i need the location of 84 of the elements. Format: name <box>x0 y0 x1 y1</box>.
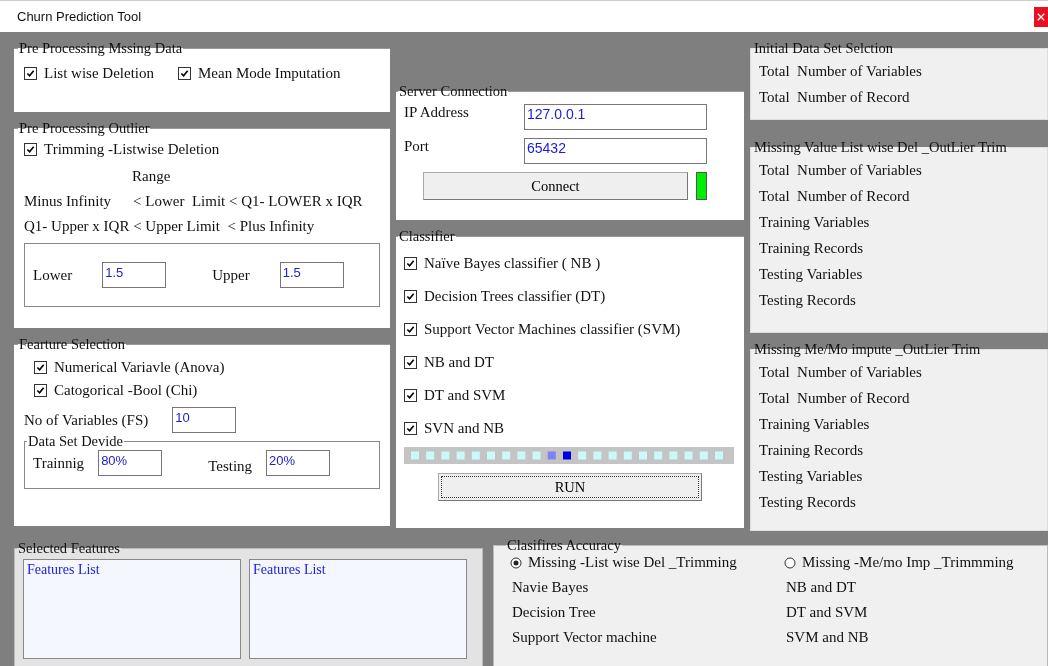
stat-label: Total Number of Record <box>759 188 910 204</box>
checkbox[interactable] <box>178 67 191 80</box>
accuracy-label: DT and SVM <box>786 604 869 621</box>
accuracy-label: Support Vector machine <box>512 629 658 646</box>
text-field[interactable]: 80% <box>98 450 163 476</box>
accuracy-label: Decision Tree <box>512 604 597 621</box>
close-button[interactable] <box>1034 6 1048 27</box>
group-title: Initial Data Set Selction <box>753 40 894 57</box>
accuracy-label: NB and DT <box>786 579 857 596</box>
range-label: Range <box>132 168 171 184</box>
field-label: Upper <box>212 266 250 284</box>
text-field[interactable]: 65432 <box>524 138 707 164</box>
radio-label: Missing -Me/mo Imp _Trimmming <box>802 554 1014 571</box>
group-title: Missing Me/Mo impute _OutLier Trim <box>753 341 982 358</box>
text-field[interactable]: 1.5 <box>279 262 344 288</box>
checkbox-label: DT and SVM <box>424 387 506 404</box>
stat-label: Training Variables <box>759 416 870 432</box>
list-box[interactable]: Features List <box>23 559 241 659</box>
checkbox-label: Support Vector Machines classifier (SVM) <box>424 321 681 338</box>
text-field[interactable]: 10 <box>172 407 237 433</box>
window-title: Churn Prediction Tool <box>17 9 142 24</box>
group-title: Data Set Devide <box>27 433 125 450</box>
stat-label: Testing Variables <box>759 468 863 484</box>
field-label: No of Variables (FS) <box>24 411 149 429</box>
list-item[interactable]: Features List <box>27 562 237 578</box>
stat-label: Testing Variables <box>759 266 863 282</box>
field-label: Trainnig <box>33 454 85 472</box>
checkbox-label: Naïve Bayes classifier ( NB ) <box>424 255 601 272</box>
checkbox-label: List wise Deletion <box>44 65 154 82</box>
checkbox-label: SVN and NB <box>424 420 504 437</box>
checkbox[interactable] <box>34 361 47 374</box>
text-field[interactable]: 1.5 <box>102 262 167 288</box>
formula-text: Minus Infinity <box>24 193 112 210</box>
formula-text: < Lower Limit < Q1- LOWER x IQR <box>133 193 363 210</box>
list-item[interactable]: Features List <box>253 562 463 578</box>
radio-button[interactable] <box>784 556 796 569</box>
list-box[interactable]: Features List <box>249 559 467 659</box>
field-label: Lower <box>33 266 73 284</box>
stat-label: Training Records <box>759 240 864 256</box>
group-title: Clasifires Accuracy <box>506 537 622 554</box>
checkbox[interactable] <box>404 257 417 270</box>
stat-label: Total Number of Record <box>759 89 910 105</box>
radio-label: Missing -List wise Del _Trimming <box>528 554 737 571</box>
checkbox[interactable] <box>404 389 417 402</box>
checkbox-label: Numerical Variavle (Anova) <box>54 359 225 376</box>
close-icon <box>1037 12 1045 21</box>
stat-label: Training Records <box>759 442 864 458</box>
accuracy-label: Navie Bayes <box>512 579 590 596</box>
stat-label: Total Number of Variables <box>759 364 922 380</box>
checkbox-label: NB and DT <box>424 354 494 371</box>
text-field[interactable]: 20% <box>266 450 331 476</box>
checkbox[interactable] <box>24 143 37 156</box>
checkbox-label: Catogorical -Bool (Chi) <box>54 382 198 399</box>
checkbox-label: Trimming -Listwise Deletion <box>44 141 220 158</box>
group-title: Classifier <box>398 228 456 245</box>
radio-button[interactable] <box>510 556 522 569</box>
stat-label: Total Number of Variables <box>759 162 922 178</box>
field-label: Port <box>404 138 430 155</box>
checkbox[interactable] <box>24 67 37 80</box>
formula-text: Q1- Upper x IQR < Upper Limit < Plus Infinity <box>24 218 315 234</box>
connect-button[interactable]: Connect <box>423 172 688 200</box>
checkbox[interactable] <box>404 290 417 303</box>
stat-label: Testing Records <box>759 494 856 510</box>
checkbox[interactable] <box>34 384 47 397</box>
checkbox-label: Mean Mode Imputation <box>198 65 341 82</box>
group-title: Pre Processing Outlier <box>18 120 151 137</box>
group-title: Missing Value List wise Del _OutLier Trim <box>753 139 1008 156</box>
run-button[interactable]: RUN <box>438 473 702 501</box>
group-title: Fearture Selection <box>18 336 126 353</box>
stat-label: Testing Records <box>759 292 856 308</box>
field-label: Testing <box>208 457 253 475</box>
stat-label: Total Number of Record <box>759 390 910 406</box>
checkbox[interactable] <box>404 323 417 336</box>
field-label: IP Address <box>404 104 470 121</box>
group-title: Pre Processing Mssing Data <box>18 40 184 57</box>
stat-label: Total Number of Variables <box>759 63 922 79</box>
group-title: Server Connection <box>398 83 509 100</box>
text-field[interactable]: 127.0.0.1 <box>524 104 707 130</box>
accuracy-label: SVM and NB <box>786 629 870 646</box>
stat-label: Training Variables <box>759 214 870 230</box>
checkbox[interactable] <box>404 422 417 435</box>
checkbox[interactable] <box>404 356 417 369</box>
group-title: Selected Features <box>17 540 121 557</box>
checkbox-label: Decision Trees classifier (DT) <box>424 288 606 305</box>
